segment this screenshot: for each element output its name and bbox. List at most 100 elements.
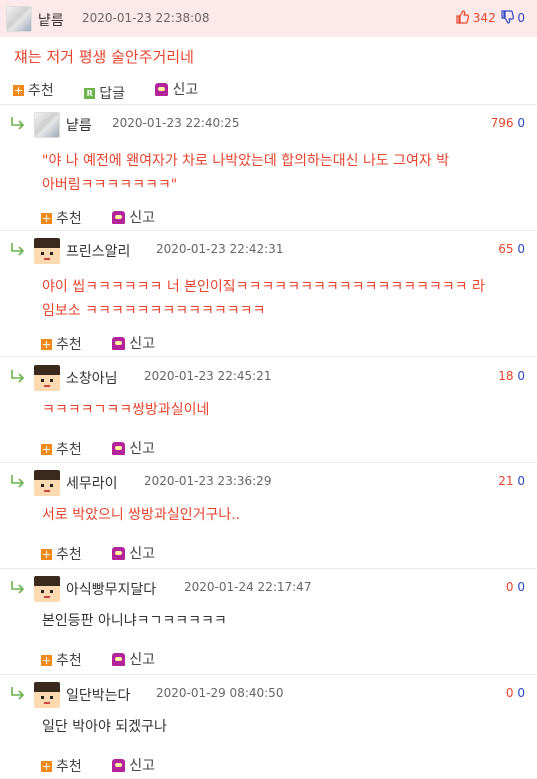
comment-author[interactable]: 소창아님: [66, 368, 118, 388]
comment-item: 냩름 2020-01-23 22:40:25 796 0 "야 나 예전에 왠여…: [0, 105, 537, 231]
reply-arrow-icon: [11, 475, 25, 488]
plus-icon: [41, 760, 52, 772]
author-avatar[interactable]: [34, 682, 60, 708]
comment-item: 프린스알리 2020-01-23 22:42:31 65 0 야이 씹ㅋㅋㅋㅋㅋ…: [0, 231, 537, 357]
comment-author[interactable]: 세무라이: [66, 473, 118, 493]
recommend-button[interactable]: 추천: [41, 439, 82, 459]
up-count[interactable]: 0: [506, 686, 514, 700]
thumbs-down-icon[interactable]: [500, 10, 514, 24]
author-avatar[interactable]: [34, 470, 60, 496]
author-avatar[interactable]: [34, 576, 60, 602]
comment-date: 2020-01-23 22:42:31: [156, 242, 284, 256]
plus-icon: [41, 443, 52, 455]
thumbs-up-icon[interactable]: [455, 10, 469, 24]
down-count[interactable]: 0: [517, 116, 525, 130]
comment-author[interactable]: 프린스알리: [66, 241, 130, 261]
comment-date: 2020-01-23 23:36:29: [144, 474, 272, 488]
siren-icon: [112, 758, 126, 772]
recommend-label: 추천: [56, 211, 82, 227]
recommend-button[interactable]: 추천: [41, 208, 82, 228]
report-button[interactable]: 신고: [112, 543, 155, 563]
report-button[interactable]: 신고: [112, 207, 155, 227]
author-avatar[interactable]: [34, 112, 60, 138]
siren-icon: [112, 546, 126, 560]
comment-item: 아식빵무지달다 2020-01-24 22:17:47 0 0 본인등판 아니냐…: [0, 569, 537, 675]
report-button[interactable]: 신고: [155, 79, 198, 99]
post-text: 쟤는 저거 평생 술안주거리네: [14, 48, 194, 66]
recommend-label: 추천: [28, 83, 54, 99]
post-actions: 추천 R 답글 신고: [13, 79, 224, 103]
author-avatar[interactable]: [34, 365, 60, 391]
reply-button[interactable]: R 답글: [84, 83, 125, 103]
up-count[interactable]: 65: [498, 242, 513, 256]
comment-text: 본인등판 아니냐ㅋㄱㅋㅋㅋㅋㅋ: [42, 609, 527, 633]
siren-icon: [112, 652, 126, 666]
down-count[interactable]: 0: [517, 474, 525, 488]
comment-actions: 추천 신고: [41, 543, 181, 564]
comment-item: 일단박는다 2020-01-29 08:40:50 0 0 일단 박아야 되겠구…: [0, 675, 537, 779]
recommend-button[interactable]: 추천: [41, 650, 82, 670]
recommend-button[interactable]: 추천: [41, 334, 82, 354]
comment-date: 2020-01-24 22:17:47: [184, 580, 312, 594]
down-count[interactable]: 0: [517, 580, 525, 594]
comment-author[interactable]: 냩름: [66, 115, 92, 135]
author-name[interactable]: 냩름: [38, 10, 64, 30]
report-button[interactable]: 신고: [112, 438, 155, 458]
comment-text-line: ㅋㅋㅋㅋㄱㅋㅋ쌍방과실이네: [42, 402, 210, 418]
comment-text-line: 일단 박아야 되겠구나: [42, 719, 167, 735]
comment-text-line: 임보소 ㅋㅋㅋㅋㅋㅋㅋㅋㅋㅋㅋㅋㅋㅋ: [42, 303, 266, 319]
siren-icon: [112, 336, 126, 350]
up-count[interactable]: 0: [506, 580, 514, 594]
report-label: 신고: [129, 652, 155, 668]
vote-counter: 0 0: [506, 686, 525, 700]
report-button[interactable]: 신고: [112, 333, 155, 353]
vote-counter: 18 0: [498, 369, 525, 383]
siren-icon: [112, 441, 126, 455]
comment-actions: 추천 신고: [41, 333, 181, 354]
plus-icon: [13, 84, 24, 96]
report-label: 신고: [129, 336, 155, 352]
post-date: 2020-01-23 22:38:08: [82, 11, 210, 25]
comment-item: 소창아님 2020-01-23 22:45:21 18 0 ㅋㅋㅋㅋㄱㅋㅋ쌍방과…: [0, 358, 537, 463]
report-label: 신고: [129, 546, 155, 562]
up-count[interactable]: 21: [498, 474, 513, 488]
reply-arrow-icon: [11, 370, 25, 383]
recommend-button[interactable]: 추천: [41, 756, 82, 776]
reply-arrow-icon: [11, 243, 25, 256]
reply-arrow-icon: [11, 117, 25, 130]
reply-label: 답글: [99, 86, 125, 102]
comment-actions: 추천 신고: [41, 755, 181, 776]
recommend-label: 추천: [56, 337, 82, 353]
comment-date: 2020-01-23 22:40:25: [112, 116, 240, 130]
reply-arrow-icon: [11, 581, 25, 594]
recommend-button[interactable]: 추천: [13, 80, 54, 100]
up-count[interactable]: 18: [498, 369, 513, 383]
plus-icon: [41, 212, 52, 224]
divider: [0, 356, 537, 357]
siren-icon: [155, 82, 169, 96]
vote-counter: 65 0: [498, 242, 525, 256]
comment-actions: 추천 신고: [41, 438, 181, 459]
vote-counter: 21 0: [498, 474, 525, 488]
recommend-label: 추천: [56, 759, 82, 775]
comment-item: 세무라이 2020-01-23 23:36:29 21 0 서로 박았으니 쌍방…: [0, 463, 537, 569]
report-button[interactable]: 신고: [112, 649, 155, 669]
up-count[interactable]: 796: [491, 116, 514, 130]
report-label: 신고: [129, 758, 155, 774]
comment-author[interactable]: 아식빵무지달다: [66, 579, 156, 599]
reply-icon: R: [84, 87, 96, 99]
comment-author[interactable]: 일단박는다: [66, 685, 130, 705]
plus-icon: [41, 548, 52, 560]
author-avatar[interactable]: [6, 6, 32, 32]
comment-text: ㅋㅋㅋㅋㄱㅋㅋ쌍방과실이네: [42, 398, 527, 422]
down-count[interactable]: 0: [517, 242, 525, 256]
recommend-label: 추천: [56, 442, 82, 458]
comment-date: 2020-01-23 22:45:21: [144, 369, 272, 383]
report-button[interactable]: 신고: [112, 755, 155, 775]
up-count: 342: [472, 11, 496, 25]
comment-text-line: 본인등판 아니냐ㅋㄱㅋㅋㅋㅋㅋ: [42, 613, 227, 629]
down-count[interactable]: 0: [517, 686, 525, 700]
down-count[interactable]: 0: [517, 369, 525, 383]
author-avatar[interactable]: [34, 238, 60, 264]
recommend-button[interactable]: 추천: [41, 544, 82, 564]
